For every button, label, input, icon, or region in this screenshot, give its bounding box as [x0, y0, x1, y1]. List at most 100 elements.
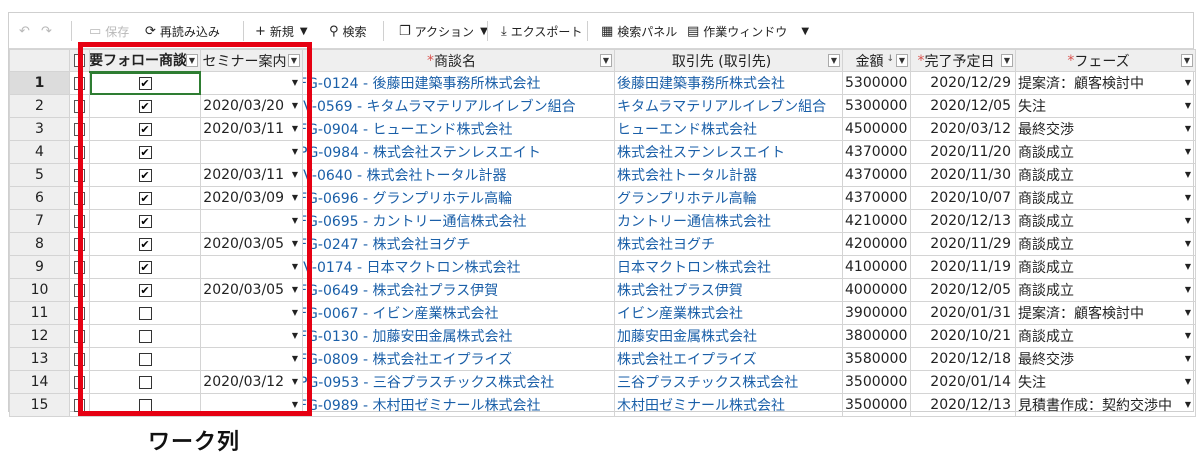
- checkbox-checked-icon[interactable]: ✔: [138, 145, 152, 159]
- deal-name-link[interactable]: FG-0067 - イビン産業株式会社: [302, 301, 615, 325]
- row-select-cell[interactable]: [69, 71, 90, 95]
- follow-checkbox-cell[interactable]: ✔: [89, 163, 201, 187]
- follow-checkbox-cell[interactable]: [89, 370, 201, 394]
- amount-cell[interactable]: 5300000: [842, 71, 911, 95]
- client-link[interactable]: 株式会社エイプライズ: [614, 347, 843, 371]
- due-date-cell[interactable]: 2020/01/31: [910, 301, 1016, 325]
- deal-name-link[interactable]: PG-0953 - 三谷プラスチックス株式会社: [302, 370, 615, 394]
- row-number[interactable]: 13: [9, 347, 70, 371]
- seminar-date-cell[interactable]: 2020/03/12: [200, 370, 303, 394]
- phase-select-cell[interactable]: 商談成立: [1015, 140, 1196, 164]
- follow-checkbox-cell[interactable]: ✔: [89, 71, 201, 95]
- phase-select-cell[interactable]: 商談成立: [1015, 209, 1196, 233]
- follow-checkbox-cell[interactable]: ✔: [89, 94, 201, 118]
- deal-name-link[interactable]: FG-0649 - 株式会社プラス伊賀: [302, 278, 615, 302]
- seminar-date-cell[interactable]: 2020/03/11: [200, 117, 303, 141]
- client-link[interactable]: カントリー通信株式会社: [614, 209, 843, 233]
- seminar-date-cell[interactable]: [200, 301, 303, 325]
- amount-cell[interactable]: 3580000: [842, 347, 911, 371]
- follow-checkbox-cell[interactable]: [89, 393, 201, 417]
- seminar-date-cell[interactable]: [200, 140, 303, 164]
- due-date-cell[interactable]: 2020/12/18: [910, 347, 1016, 371]
- phase-select-cell[interactable]: 提案済：顧客検討中: [1015, 71, 1196, 95]
- due-date-cell[interactable]: 2020/10/21: [910, 324, 1016, 348]
- amount-cell[interactable]: 5300000: [842, 94, 911, 118]
- row-number[interactable]: 9: [9, 255, 70, 279]
- row-select-cell[interactable]: [69, 393, 90, 417]
- col-header-follow[interactable]: 要フォロー商談 ▼: [89, 49, 201, 73]
- amount-cell[interactable]: 4000000: [842, 278, 911, 302]
- deal-name-link[interactable]: FG-0696 - グランプリホテル高輪: [302, 186, 615, 210]
- chevron-down-icon[interactable]: ▼: [828, 54, 840, 67]
- due-date-cell[interactable]: 2020/12/05: [910, 94, 1016, 118]
- checkbox-checked-icon[interactable]: ✔: [138, 76, 152, 90]
- follow-checkbox-cell[interactable]: ✔: [89, 186, 201, 210]
- checkbox-checked-icon[interactable]: ✔: [138, 214, 152, 228]
- phase-select-cell[interactable]: 商談成立: [1015, 255, 1196, 279]
- due-date-cell[interactable]: 2020/10/07: [910, 186, 1016, 210]
- table-row[interactable]: 4 ✔ PG-0984 - 株式会社ステンレスエイト株式会社ステンレスエイト4370…: [9, 140, 1196, 164]
- checkbox-checked-icon[interactable]: ✔: [138, 237, 152, 251]
- amount-cell[interactable]: 4370000: [842, 140, 911, 164]
- due-date-cell[interactable]: 2020/12/13: [910, 209, 1016, 233]
- amount-cell[interactable]: 4100000: [842, 255, 911, 279]
- follow-checkbox-cell[interactable]: ✔: [89, 140, 201, 164]
- deal-name-link[interactable]: PG-0984 - 株式会社ステンレスエイト: [302, 140, 615, 164]
- table-row[interactable]: 10 ✔ 2020/03/05FG-0649 - 株式会社プラス伊賀株式会社プラス伊…: [9, 278, 1196, 302]
- col-header-deal-name[interactable]: * 商談名 ▼: [302, 49, 615, 72]
- row-select-cell[interactable]: [69, 347, 90, 371]
- row-number[interactable]: 5: [9, 163, 70, 187]
- chevron-down-icon[interactable]: ▼: [186, 54, 198, 67]
- seminar-date-cell[interactable]: [200, 71, 303, 95]
- due-date-cell[interactable]: 2020/12/29: [910, 71, 1016, 95]
- save-button[interactable]: ▭ 保存: [89, 13, 129, 49]
- row-select-cell[interactable]: [69, 324, 90, 348]
- deal-name-link[interactable]: FG-0124 - 後藤田建築事務所株式会社: [302, 71, 615, 95]
- table-row[interactable]: 2 ✔ 2020/03/20IV-0569 - キタムラマテリアルイレブン組合キタム…: [9, 94, 1196, 118]
- client-link[interactable]: グランプリホテル高輪: [614, 186, 843, 210]
- client-link[interactable]: 三谷プラスチックス株式会社: [614, 370, 843, 394]
- row-number[interactable]: 10: [9, 278, 70, 302]
- row-select-cell[interactable]: [69, 255, 90, 279]
- deal-name-link[interactable]: IV-0640 - 株式会社トータル計器: [302, 163, 615, 187]
- follow-checkbox-cell[interactable]: ✔: [89, 209, 201, 233]
- table-row[interactable]: 8 ✔ 2020/03/05FG-0247 - 株式会社ヨグチ株式会社ヨグチ4200…: [9, 232, 1196, 256]
- col-header-due[interactable]: * 完了予定日 ▼: [910, 49, 1016, 72]
- deal-name-link[interactable]: IV-0174 - 日本マクトロン株式会社: [302, 255, 615, 279]
- table-row[interactable]: 15 FG-0989 - 木村田ゼミナール株式会社木村田ゼミナール株式会社3500…: [9, 393, 1196, 417]
- due-date-cell[interactable]: 2020/11/29: [910, 232, 1016, 256]
- row-number[interactable]: 12: [9, 324, 70, 348]
- row-select-cell[interactable]: [69, 94, 90, 118]
- phase-select-cell[interactable]: 商談成立: [1015, 232, 1196, 256]
- phase-select-cell[interactable]: 商談成立: [1015, 278, 1196, 302]
- checkbox-checked-icon[interactable]: ✔: [138, 99, 152, 113]
- row-select-header[interactable]: [69, 49, 90, 72]
- new-button[interactable]: + 新規 ▼: [255, 13, 308, 49]
- amount-cell[interactable]: 4200000: [842, 232, 911, 256]
- amount-cell[interactable]: 4370000: [842, 186, 911, 210]
- col-header-amount[interactable]: 金額 ↓ ▼: [842, 49, 911, 72]
- checkbox-unchecked-icon[interactable]: [138, 398, 152, 412]
- deal-name-link[interactable]: FG-0247 - 株式会社ヨグチ: [302, 232, 615, 256]
- client-link[interactable]: 後藤田建築事務所株式会社: [614, 71, 843, 95]
- phase-select-cell[interactable]: 商談成立: [1015, 324, 1196, 348]
- row-select-cell[interactable]: [69, 163, 90, 187]
- table-row[interactable]: 13 FG-0809 - 株式会社エイプライズ株式会社エイプライズ35800002…: [9, 347, 1196, 371]
- table-row[interactable]: 5 ✔ 2020/03/11IV-0640 - 株式会社トータル計器株式会社トータル…: [9, 163, 1196, 187]
- chevron-down-icon[interactable]: ▼: [1181, 54, 1193, 67]
- seminar-date-cell[interactable]: 2020/03/09: [200, 186, 303, 210]
- client-link[interactable]: ヒューエンド株式会社: [614, 117, 843, 141]
- row-select-cell[interactable]: [69, 117, 90, 141]
- row-number[interactable]: 14: [9, 370, 70, 394]
- client-link[interactable]: 株式会社ステンレスエイト: [614, 140, 843, 164]
- col-header-client[interactable]: 取引先 (取引先) ▼: [614, 49, 843, 72]
- follow-checkbox-cell[interactable]: ✔: [89, 117, 201, 141]
- row-number[interactable]: 3: [9, 117, 70, 141]
- due-date-cell[interactable]: 2020/11/19: [910, 255, 1016, 279]
- row-select-cell[interactable]: [69, 278, 90, 302]
- amount-cell[interactable]: 4370000: [842, 163, 911, 187]
- checkbox-checked-icon[interactable]: ✔: [138, 260, 152, 274]
- client-link[interactable]: 株式会社プラス伊賀: [614, 278, 843, 302]
- deal-name-link[interactable]: FG-0695 - カントリー通信株式会社: [302, 209, 615, 233]
- row-number[interactable]: 11: [9, 301, 70, 325]
